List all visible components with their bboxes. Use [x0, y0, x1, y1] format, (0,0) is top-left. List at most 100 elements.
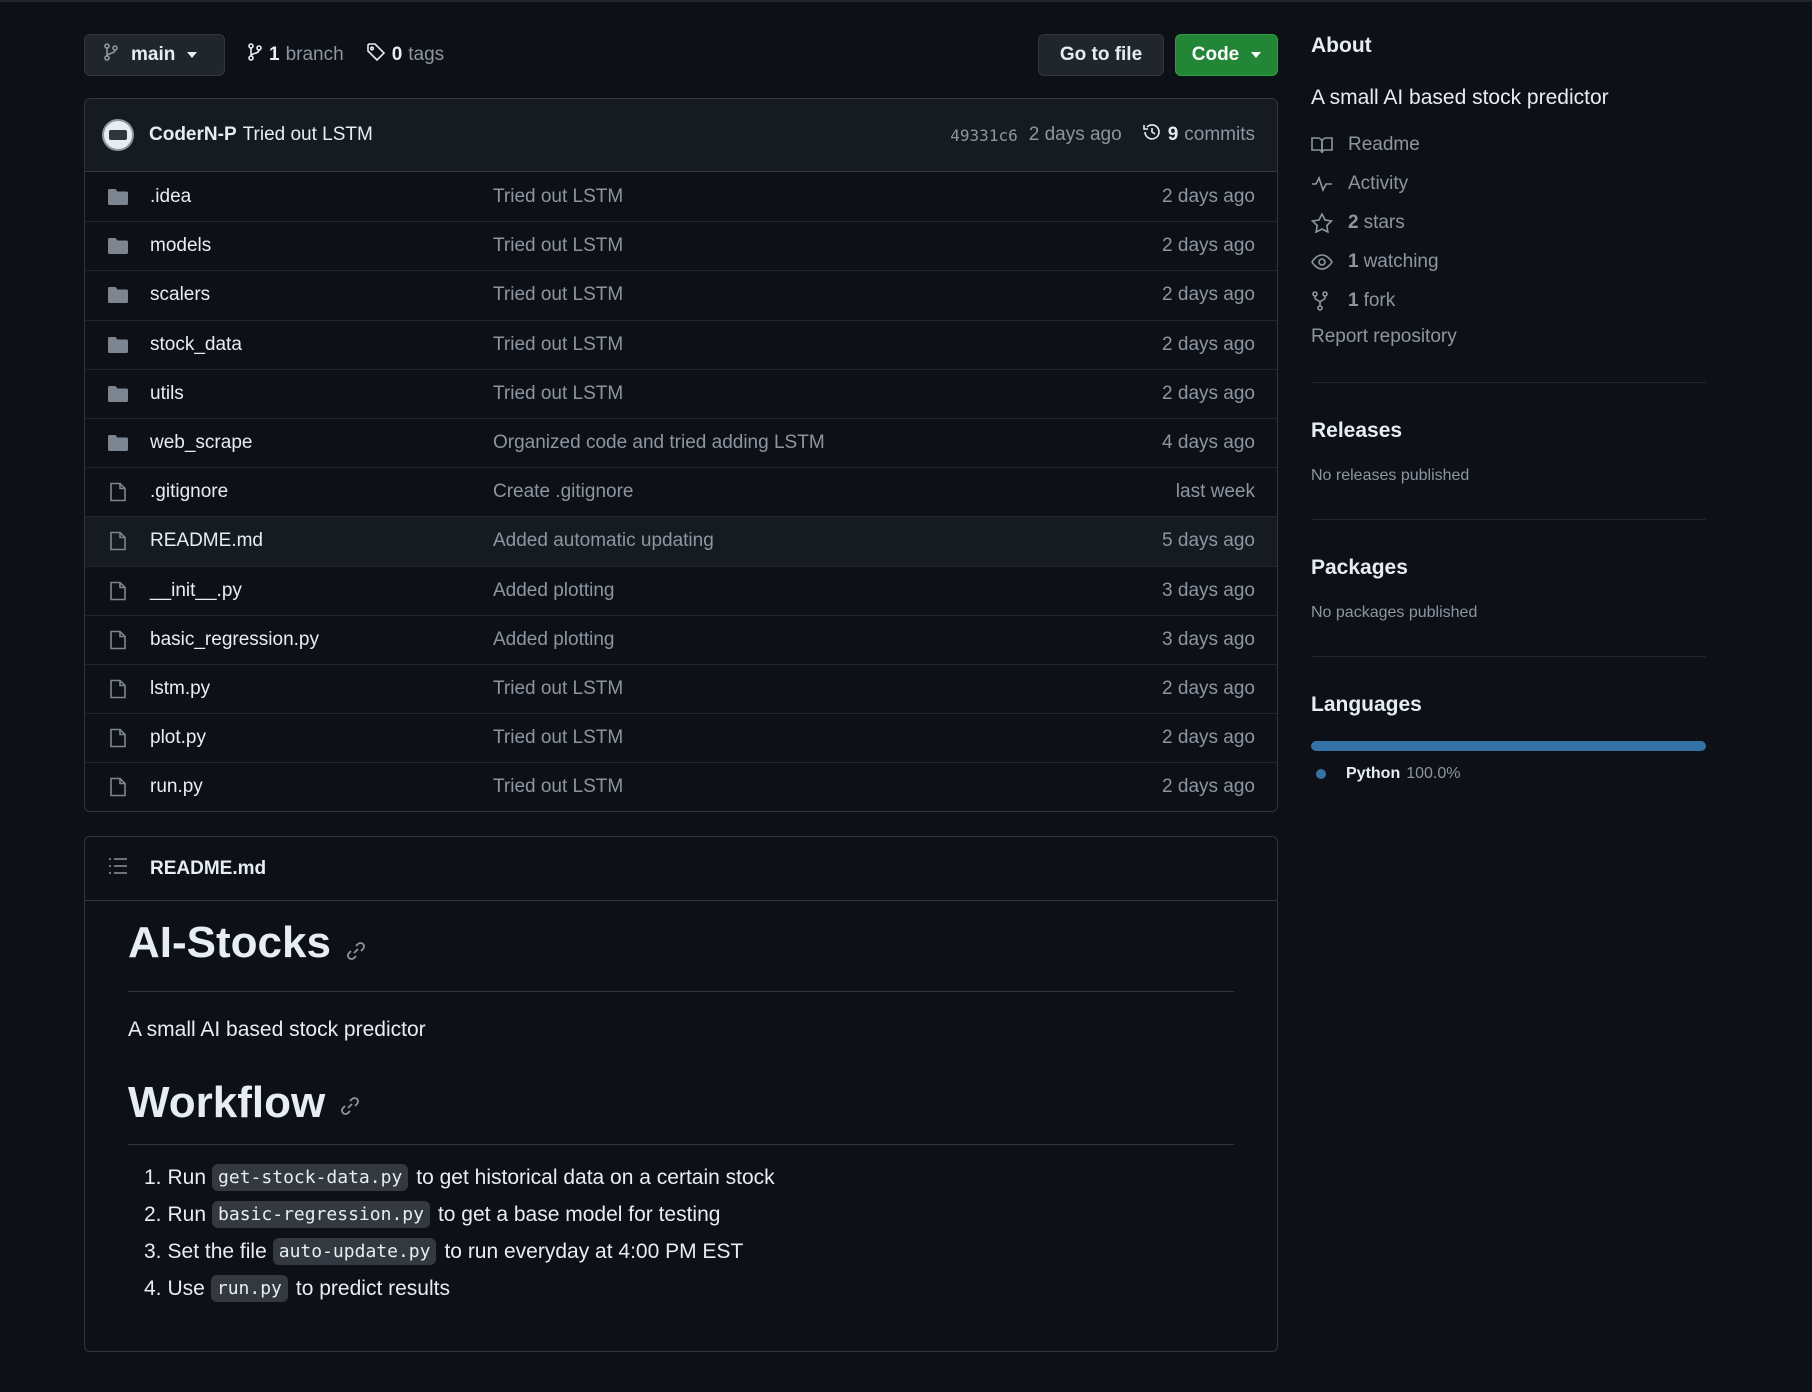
file-commit-date: 2 days ago: [1162, 382, 1255, 404]
file-row[interactable]: run.py Tried out LSTM 2 days ago: [85, 762, 1277, 811]
file-commit-message[interactable]: Added automatic updating: [493, 530, 714, 552]
workflow-heading-text: Workflow: [128, 1078, 326, 1127]
sidebar-divider: [1311, 655, 1706, 657]
file-name[interactable]: .gitignore: [150, 481, 228, 503]
file-name[interactable]: .idea: [150, 186, 191, 208]
step-text-before: Set the file: [167, 1239, 267, 1263]
star-icon: [1311, 212, 1335, 233]
step-text-before: Run: [167, 1202, 207, 1226]
branches-link[interactable]: 1 branch: [247, 43, 344, 67]
file-row[interactable]: __init__.py Added plotting 3 days ago: [85, 565, 1277, 615]
file-row[interactable]: .idea Tried out LSTM 2 days ago: [85, 172, 1277, 221]
file-name[interactable]: README.md: [150, 530, 263, 552]
file-commit-message[interactable]: Added plotting: [493, 629, 615, 651]
packages-heading[interactable]: Packages: [1311, 556, 1706, 580]
file-commit-message[interactable]: Added plotting: [493, 580, 615, 602]
file-name[interactable]: stock_data: [150, 334, 242, 356]
step-text-after: to predict results: [295, 1276, 450, 1300]
file-icon: [106, 630, 130, 650]
file-name[interactable]: models: [150, 235, 211, 257]
step-number: 3.: [144, 1239, 162, 1263]
go-to-file-button[interactable]: Go to file: [1038, 34, 1164, 76]
watching-link[interactable]: 1 watching: [1311, 242, 1706, 281]
commits-history-link[interactable]: 9 commits: [1142, 122, 1255, 148]
file-commit-message[interactable]: Tried out LSTM: [493, 186, 623, 208]
file-commit-message[interactable]: Organized code and tried adding LSTM: [493, 432, 825, 454]
language-item[interactable]: Python 100.0%: [1311, 765, 1706, 783]
file-commit-message[interactable]: Tried out LSTM: [493, 334, 623, 356]
file-name[interactable]: run.py: [150, 776, 203, 798]
file-commit-message[interactable]: Tried out LSTM: [493, 383, 623, 405]
forks-label: fork: [1363, 289, 1396, 311]
workflow-step: 4. Use run.py to predict results: [144, 1270, 1234, 1307]
file-commit-message[interactable]: Tried out LSTM: [493, 776, 623, 798]
file-commit-message[interactable]: Tried out LSTM: [493, 727, 623, 749]
file-row[interactable]: utils Tried out LSTM 2 days ago: [85, 368, 1277, 418]
file-row[interactable]: models Tried out LSTM 2 days ago: [85, 221, 1277, 270]
file-name[interactable]: utils: [150, 383, 184, 405]
step-number: 1.: [144, 1165, 162, 1189]
readme-title-text: AI-Stocks: [128, 918, 331, 967]
file-commit-date: 2 days ago: [1162, 727, 1255, 749]
file-name[interactable]: plot.py: [150, 727, 206, 749]
repo-toolbar: main 1 branch 0 tags Go to file Code: [84, 34, 1278, 76]
git-branch-icon: [103, 43, 119, 67]
workflow-heading: Workflow: [128, 1076, 1234, 1130]
link-icon[interactable]: [339, 1078, 361, 1128]
list-unordered-icon[interactable]: [108, 857, 128, 880]
file-commit-message[interactable]: Tried out LSTM: [493, 284, 623, 306]
file-row[interactable]: .gitignore Create .gitignore last week: [85, 467, 1277, 516]
readme-link[interactable]: Readme: [1311, 126, 1706, 165]
file-name[interactable]: scalers: [150, 284, 210, 306]
file-list: .idea Tried out LSTM 2 days ago models Tried…: [85, 172, 1277, 811]
activity-link[interactable]: Activity: [1311, 165, 1706, 204]
about-heading: About: [1311, 34, 1372, 57]
folder-icon: [106, 433, 130, 453]
step-number: 2.: [144, 1202, 162, 1226]
file-commit-message[interactable]: Tried out LSTM: [493, 678, 623, 700]
about-description: A small AI based stock predictor: [1311, 86, 1609, 109]
code-button-label: Code: [1191, 44, 1240, 65]
file-row[interactable]: basic_regression.py Added plotting 3 days …: [85, 614, 1277, 664]
file-name[interactable]: __init__.py: [150, 580, 242, 602]
file-row[interactable]: README.md Added automatic updating 5 days …: [85, 516, 1277, 566]
commit-sha[interactable]: 49331c6: [950, 126, 1017, 145]
report-repository-link[interactable]: Report repository: [1311, 326, 1706, 348]
step-code: get-stock-data.py: [212, 1164, 409, 1191]
commit-author[interactable]: CoderN-P: [149, 124, 237, 146]
author-avatar[interactable]: [102, 119, 134, 151]
file-row[interactable]: scalers Tried out LSTM 2 days ago: [85, 270, 1277, 319]
commits-label: commits: [1184, 124, 1255, 145]
file-row[interactable]: stock_data Tried out LSTM 2 days ago: [85, 319, 1277, 369]
file-commit-date: 2 days ago: [1162, 235, 1255, 257]
commit-message[interactable]: Tried out LSTM: [243, 124, 373, 146]
step-code: basic-regression.py: [212, 1201, 430, 1228]
file-name[interactable]: basic_regression.py: [150, 629, 319, 651]
code-button[interactable]: Code: [1175, 34, 1278, 76]
file-icon: [106, 482, 130, 502]
tags-link[interactable]: 0 tags: [366, 42, 445, 68]
file-row[interactable]: plot.py Tried out LSTM 2 days ago: [85, 713, 1277, 762]
readme-content: AI-Stocks A small AI based stock predict…: [85, 901, 1277, 1307]
branch-name: main: [131, 44, 176, 65]
releases-heading[interactable]: Releases: [1311, 419, 1706, 443]
repo-sidebar: About A small AI based stock predictor R…: [1311, 34, 1706, 783]
file-row[interactable]: web_scrape Organized code and tried addin…: [85, 417, 1277, 467]
readme-filename[interactable]: README.md: [150, 858, 266, 880]
tags-label: tags: [408, 44, 445, 65]
link-icon[interactable]: [345, 923, 367, 973]
forks-link[interactable]: 1 fork: [1311, 281, 1706, 320]
git-branch-icon: [247, 43, 263, 67]
folder-icon: [106, 384, 130, 404]
file-row[interactable]: lstm.py Tried out LSTM 2 days ago: [85, 663, 1277, 713]
file-commit-message[interactable]: Create .gitignore: [493, 481, 633, 503]
stars-link[interactable]: 2 stars: [1311, 204, 1706, 243]
branches-count: 1: [269, 44, 280, 65]
file-commit-message[interactable]: Tried out LSTM: [493, 235, 623, 257]
file-commit-date: 2 days ago: [1162, 677, 1255, 699]
branch-select-button[interactable]: main: [84, 34, 225, 76]
file-name[interactable]: web_scrape: [150, 432, 252, 454]
file-commit-date: 2 days ago: [1162, 776, 1255, 798]
file-name[interactable]: lstm.py: [150, 678, 210, 700]
workflow-step: 3. Set the file auto-update.py to run every…: [144, 1233, 1234, 1270]
